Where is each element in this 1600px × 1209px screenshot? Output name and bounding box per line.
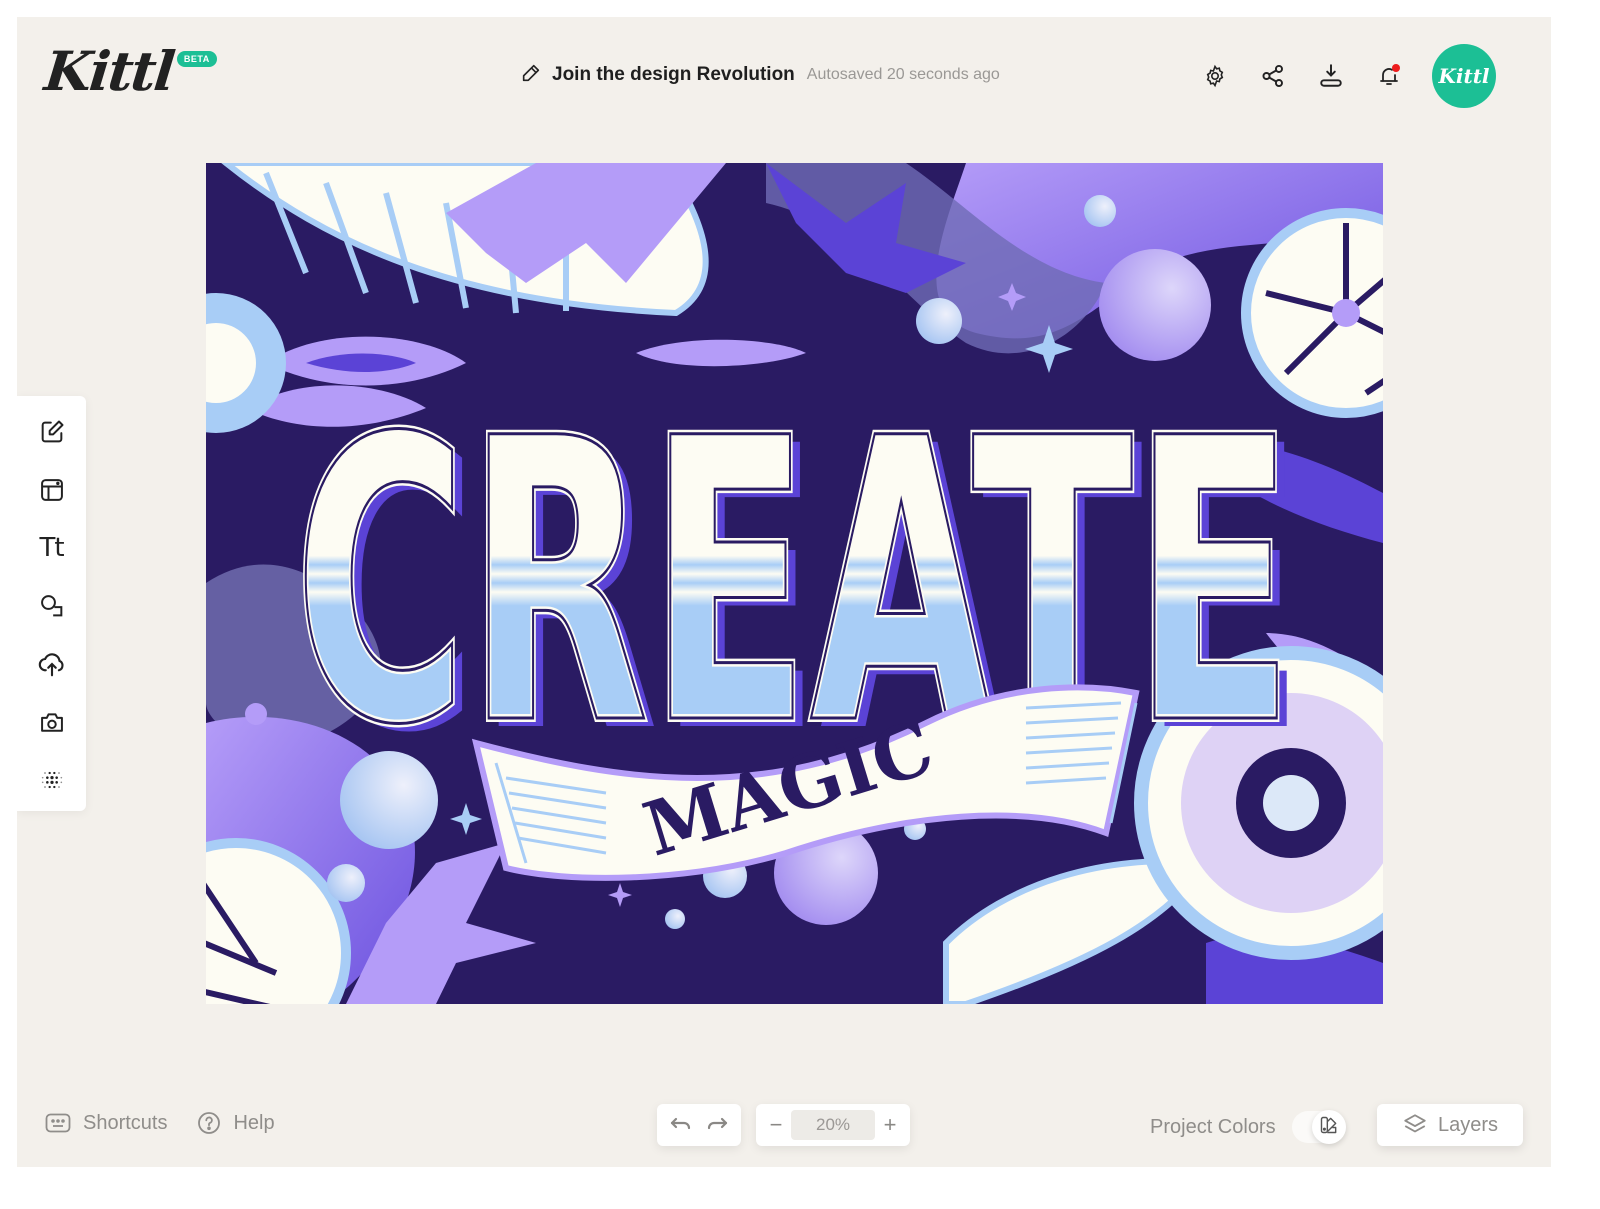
share-icon[interactable] (1258, 61, 1288, 91)
notification-bell-icon[interactable] (1374, 61, 1404, 91)
color-swatch-icon (1319, 1115, 1339, 1140)
layers-icon (1404, 1114, 1426, 1133)
settings-gear-icon[interactable] (1200, 61, 1230, 91)
zoom-controls: − 20% + (756, 1104, 910, 1146)
layers-label: Layers (1437, 1113, 1499, 1136)
shapes-icon[interactable] (36, 590, 68, 622)
shortcuts-button[interactable]: Shortcuts (45, 1112, 167, 1135)
project-title-bar: Join the design Revolution Autosaved 20 … (520, 61, 1000, 89)
app-window: Kittl BETA Join the design Revolution Au… (17, 17, 1551, 1167)
help-button[interactable]: Help (197, 1111, 275, 1135)
project-colors-control: Project Colors (1150, 1110, 1346, 1144)
layers-button[interactable]: Layers (1377, 1104, 1523, 1146)
shortcuts-label: Shortcuts (83, 1111, 168, 1134)
header-actions (1200, 61, 1404, 91)
zoom-level-input[interactable]: 20% (791, 1110, 875, 1140)
cloud-upload-icon[interactable] (36, 648, 68, 680)
edit-square-icon[interactable] (36, 416, 68, 448)
bottom-left-links: Shortcuts Help (45, 1111, 275, 1135)
layout-icon[interactable] (36, 474, 68, 506)
download-icon[interactable] (1316, 61, 1346, 91)
user-avatar[interactable]: Kittl (1432, 44, 1496, 108)
design-canvas[interactable]: CREATE CREATE CREATE MAGIC (206, 163, 1383, 1004)
project-colors-label: Project Colors (1150, 1115, 1276, 1138)
project-colors-toggle[interactable] (1291, 1110, 1346, 1144)
kittl-logo[interactable]: Kittl BETA (41, 39, 217, 109)
history-controls (657, 1104, 741, 1146)
left-toolbar: Tt (17, 396, 86, 811)
zoom-in-button[interactable]: + (878, 1113, 902, 1137)
notification-dot (1392, 64, 1400, 72)
camera-icon[interactable] (36, 706, 68, 738)
text-icon[interactable]: Tt (36, 532, 68, 564)
toggle-knob (1311, 1110, 1346, 1144)
project-title[interactable]: Join the design Revolution (552, 64, 795, 86)
edit-pencil-icon[interactable] (520, 62, 542, 89)
help-label: Help (233, 1111, 275, 1134)
zoom-out-button[interactable]: − (764, 1113, 788, 1137)
redo-icon[interactable] (705, 1113, 729, 1137)
logo-text: Kittl (41, 39, 177, 103)
beta-badge: BETA (176, 51, 217, 67)
undo-icon[interactable] (669, 1113, 693, 1137)
autosave-status: Autosaved 20 seconds ago (806, 66, 1000, 83)
text-tool-glyph: Tt (39, 533, 64, 563)
dots-grid-icon[interactable] (36, 764, 68, 796)
